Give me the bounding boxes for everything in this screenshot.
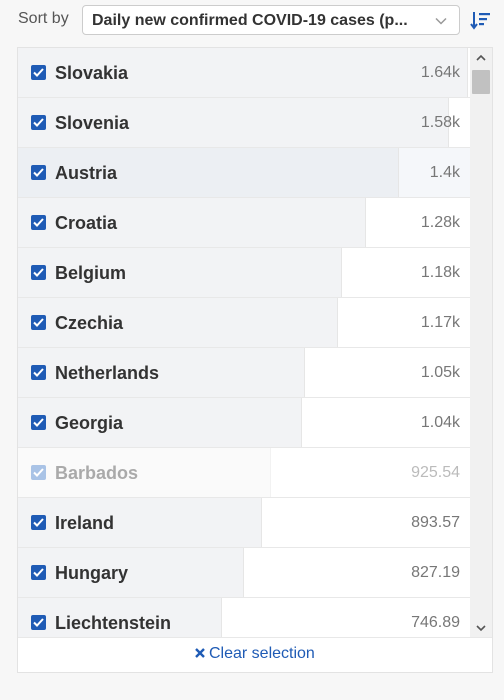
entity-row[interactable]: Ireland 893.57 bbox=[18, 498, 472, 548]
entity-checkbox[interactable] bbox=[31, 315, 46, 330]
entity-row[interactable]: Belgium 1.18k bbox=[18, 248, 472, 298]
check-icon bbox=[33, 418, 44, 427]
entity-name: Netherlands bbox=[55, 363, 160, 383]
check-icon bbox=[33, 368, 44, 377]
entity-name: Belgium bbox=[55, 263, 127, 283]
entity-checkbox[interactable] bbox=[31, 165, 46, 180]
entity-name: Croatia bbox=[55, 213, 118, 233]
entity-name: Hungary bbox=[55, 563, 129, 583]
sort-bar: Sort by Daily new confirmed COVID-19 cas… bbox=[0, 0, 504, 40]
sort-by-dropdown[interactable]: Daily new confirmed COVID-19 cases (p... bbox=[82, 5, 460, 35]
entity-checkbox[interactable] bbox=[31, 465, 46, 480]
entity-value: 1.58k bbox=[420, 114, 460, 131]
scroll-up-icon[interactable] bbox=[476, 54, 486, 62]
check-icon bbox=[33, 118, 44, 127]
clear-selection-button[interactable]: Clear selection bbox=[194, 645, 315, 663]
check-icon bbox=[33, 268, 44, 277]
entity-row[interactable]: Czechia 1.17k bbox=[18, 298, 472, 348]
entity-value: 893.57 bbox=[411, 514, 460, 531]
entity-checkbox[interactable] bbox=[31, 515, 46, 530]
scroll-down-icon[interactable] bbox=[476, 624, 486, 632]
check-icon bbox=[33, 518, 44, 527]
entity-value: 1.4k bbox=[429, 164, 460, 181]
entity-checkbox[interactable] bbox=[31, 615, 46, 630]
entity-value: 1.18k bbox=[420, 264, 460, 281]
entity-value: 1.04k bbox=[420, 414, 460, 431]
entity-checkbox[interactable] bbox=[31, 415, 46, 430]
check-icon bbox=[33, 568, 44, 577]
entity-value: 746.89 bbox=[411, 614, 460, 631]
entity-name: Ireland bbox=[55, 513, 115, 533]
entity-row[interactable]: Croatia 1.28k bbox=[18, 198, 472, 248]
entity-value: 1.64k bbox=[420, 64, 460, 81]
entity-row[interactable]: Georgia 1.04k bbox=[18, 398, 472, 448]
entity-row[interactable]: Austria 1.4k bbox=[18, 148, 472, 198]
footer: Clear selection bbox=[18, 637, 492, 672]
entity-row[interactable]: Hungary 827.19 bbox=[18, 548, 472, 598]
entity-name: Slovakia bbox=[55, 63, 129, 83]
entity-row[interactable]: Netherlands 1.05k bbox=[18, 348, 472, 398]
entity-value: 925.54 bbox=[411, 464, 460, 481]
entity-row[interactable]: Slovakia 1.64k bbox=[18, 48, 472, 98]
check-icon bbox=[33, 468, 44, 477]
entity-selector-panel: Slovakia 1.64k Slovenia 1.58k Austria 1.4k Cro… bbox=[17, 47, 493, 673]
check-icon bbox=[33, 618, 44, 627]
entity-name: Czechia bbox=[55, 313, 124, 333]
sort-label: Sort by bbox=[18, 10, 69, 27]
chevron-down-icon bbox=[435, 17, 447, 25]
value-bar bbox=[18, 548, 244, 597]
entity-name: Austria bbox=[55, 163, 118, 183]
sort-by-selected-value: Daily new confirmed COVID-19 cases (p... bbox=[92, 12, 408, 29]
entity-row[interactable]: Liechtenstein 746.89 bbox=[18, 598, 472, 638]
entity-row[interactable]: Slovenia 1.58k bbox=[18, 98, 472, 148]
entity-name: Slovenia bbox=[55, 113, 130, 133]
check-icon bbox=[33, 168, 44, 177]
entity-value: 1.28k bbox=[420, 214, 460, 231]
entity-value: 1.05k bbox=[420, 364, 460, 381]
clear-selection-label: Clear selection bbox=[209, 645, 315, 662]
entity-row[interactable]: Barbados 925.54 bbox=[18, 448, 472, 498]
entity-checkbox[interactable] bbox=[31, 565, 46, 580]
entity-checkbox[interactable] bbox=[31, 115, 46, 130]
entity-name: Barbados bbox=[55, 463, 139, 483]
entity-checkbox[interactable] bbox=[31, 65, 46, 80]
entity-name: Georgia bbox=[55, 413, 124, 433]
entity-checkbox[interactable] bbox=[31, 265, 46, 280]
scrollbar[interactable] bbox=[470, 48, 492, 638]
check-icon bbox=[33, 318, 44, 327]
close-icon bbox=[195, 648, 205, 658]
entity-value: 1.17k bbox=[420, 314, 460, 331]
entity-name: Liechtenstein bbox=[55, 613, 172, 633]
check-icon bbox=[33, 68, 44, 77]
check-icon bbox=[33, 218, 44, 227]
entity-checkbox[interactable] bbox=[31, 215, 46, 230]
entity-value: 827.19 bbox=[411, 564, 460, 581]
entity-list: Slovakia 1.64k Slovenia 1.58k Austria 1.4k Cro… bbox=[18, 48, 472, 638]
entity-checkbox[interactable] bbox=[31, 365, 46, 380]
scroll-thumb[interactable] bbox=[472, 70, 490, 94]
sort-order-icon[interactable] bbox=[470, 8, 492, 32]
